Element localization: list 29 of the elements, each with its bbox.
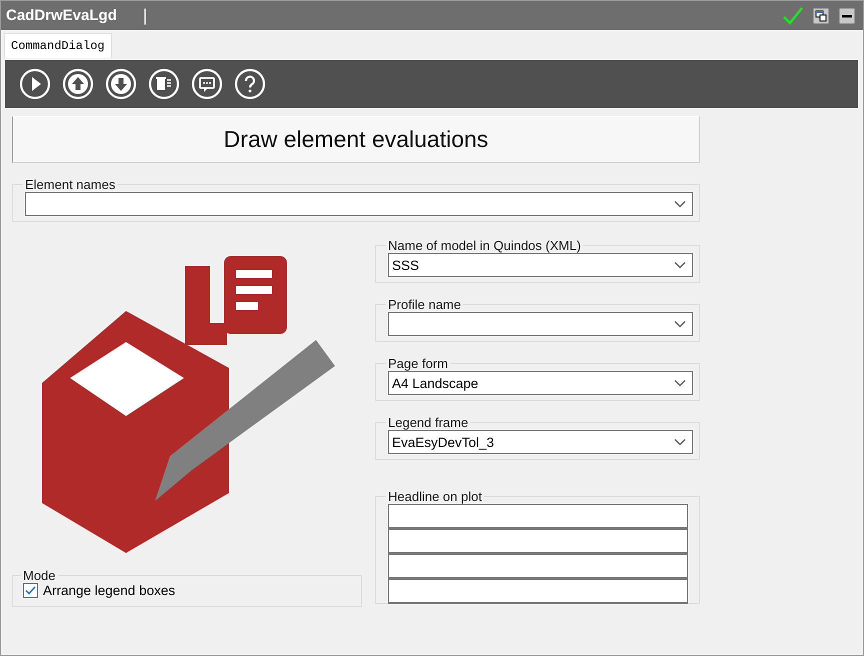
dropdown-field[interactable]: [388, 312, 693, 336]
message-icon[interactable]: [191, 68, 223, 100]
field-label: Page form: [387, 356, 449, 371]
field-label: Profile name: [387, 297, 462, 312]
group-label: Headline on plot: [387, 489, 483, 504]
dropdown-field[interactable]: A4 Landscape: [388, 371, 693, 395]
dialog-heading: Draw element evaluations: [12, 116, 700, 163]
minimize-icon[interactable]: [839, 8, 855, 24]
headline-input[interactable]: [388, 504, 688, 529]
headline-input[interactable]: [388, 554, 688, 579]
tab[interactable]: CommandDialog: [4, 33, 112, 58]
play-icon[interactable]: [19, 68, 51, 100]
title-separator: |: [142, 6, 148, 26]
headline-input[interactable]: [388, 529, 688, 554]
delete-icon[interactable]: [148, 68, 180, 100]
checkmark-icon[interactable]: [783, 6, 803, 24]
checkbox[interactable]: [23, 583, 38, 598]
field-label: Element names: [24, 177, 116, 192]
field-label: Name of model in Quindos (XML): [387, 238, 582, 253]
help-icon[interactable]: [234, 68, 266, 100]
dropdown-field[interactable]: EvaEsyDevTol_3: [388, 430, 693, 454]
dropdown-field[interactable]: [25, 192, 693, 216]
headline-input[interactable]: [388, 579, 688, 604]
field-label: Legend frame: [387, 415, 470, 430]
restore-window-icon[interactable]: [813, 8, 829, 24]
checkbox-label[interactable]: Arrange legend boxes: [43, 583, 176, 598]
group-label: Mode: [22, 568, 57, 583]
dropdown-field[interactable]: SSS: [388, 253, 693, 277]
window-title: CadDrwEvaLgd: [6, 7, 117, 24]
